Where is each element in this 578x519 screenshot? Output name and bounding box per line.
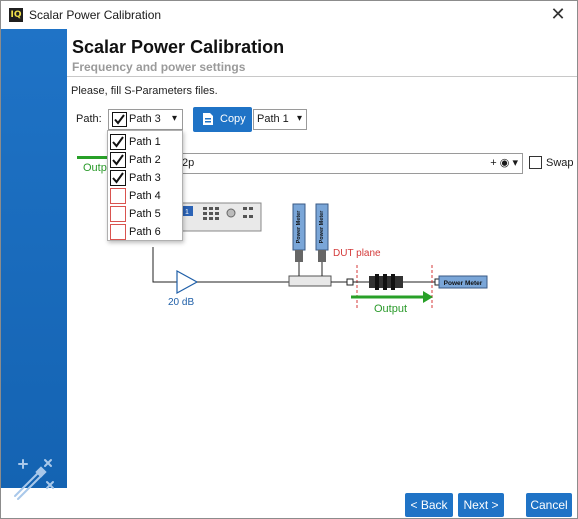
path-select-value: Path 3 bbox=[129, 113, 161, 125]
checkbox-checked-icon[interactable] bbox=[110, 152, 126, 168]
generator-display-text: 1 bbox=[185, 209, 189, 216]
page-subtitle: Frequency and power settings bbox=[72, 60, 246, 74]
signal-generator: 1 bbox=[176, 202, 262, 232]
swap-checkbox[interactable] bbox=[529, 156, 542, 169]
dropdown-item-label: Path 4 bbox=[129, 190, 161, 202]
app-icon: IQ bbox=[9, 8, 23, 22]
close-icon[interactable]: ✕ bbox=[547, 4, 569, 26]
svg-text:Power Meter: Power Meter bbox=[296, 210, 302, 244]
dropdown-item-path-1[interactable]: Path 1 bbox=[108, 133, 182, 151]
magic-wand-icon bbox=[14, 459, 54, 500]
next-button[interactable]: Next > bbox=[458, 493, 504, 517]
window-title: Scalar Power Calibration bbox=[29, 8, 162, 22]
chevron-down-icon: ▾ bbox=[171, 113, 177, 124]
path-select[interactable]: Path 3 ▾ bbox=[108, 109, 183, 130]
swap-label: Swap bbox=[546, 157, 574, 169]
chevron-down-icon: ▾ bbox=[296, 113, 302, 124]
back-button[interactable]: < Back bbox=[405, 493, 453, 517]
instruction-text: Please, fill S-Parameters files. bbox=[71, 85, 218, 97]
sparam-file-value: 2p bbox=[182, 157, 195, 169]
power-meter-vertical-1: Power Meter bbox=[292, 203, 306, 276]
power-meter-vertical-2: Power Meter bbox=[315, 203, 329, 276]
checkbox-unchecked-icon[interactable] bbox=[110, 206, 126, 222]
add-icon[interactable]: + bbox=[490, 157, 496, 169]
attenuator-pad bbox=[369, 274, 403, 290]
page-title: Scalar Power Calibration bbox=[72, 37, 285, 57]
dropdown-item-label: Path 6 bbox=[129, 226, 161, 238]
checkbox-checked-icon[interactable] bbox=[110, 170, 126, 186]
main-panel: Scalar Power Calibration Frequency and p… bbox=[67, 29, 577, 488]
dropdown-item-path-3[interactable]: Path 3 bbox=[108, 169, 182, 187]
copy-target-select[interactable]: Path 1 ▾ bbox=[253, 109, 307, 130]
dropdown-item-label: Path 5 bbox=[129, 208, 161, 220]
copy-button[interactable]: Copy bbox=[193, 107, 252, 132]
chevron-down-icon[interactable]: ▾ bbox=[512, 157, 518, 169]
sparam-file-field[interactable]: 2p + ◉ ▾ bbox=[173, 153, 523, 174]
checkbox-checked-icon bbox=[112, 112, 127, 127]
dialog-window: IQ Scalar Power Calibration ✕ Scalar Pow… bbox=[0, 0, 578, 519]
dut-plane-label: DUT plane bbox=[333, 248, 381, 259]
copy-target-value: Path 1 bbox=[257, 113, 289, 125]
attenuation-label: 20 dB bbox=[168, 297, 194, 308]
checkbox-unchecked-icon[interactable] bbox=[110, 188, 126, 204]
copy-button-label: Copy bbox=[220, 113, 246, 125]
coupler bbox=[288, 275, 332, 287]
dropdown-item-path-6[interactable]: Path 6 bbox=[108, 223, 182, 241]
side-banner bbox=[1, 29, 67, 500]
amplifier-symbol bbox=[176, 269, 199, 295]
cancel-button[interactable]: Cancel bbox=[526, 493, 572, 517]
path-label: Path: bbox=[76, 113, 102, 125]
svg-text:Power Meter: Power Meter bbox=[444, 280, 483, 287]
output-label-left: Outp bbox=[83, 162, 107, 174]
eye-icon[interactable]: ◉ bbox=[500, 157, 510, 169]
file-field-actions: + ◉ ▾ bbox=[490, 156, 518, 169]
copy-icon bbox=[203, 113, 213, 125]
dropdown-item-path-4[interactable]: Path 4 bbox=[108, 187, 182, 205]
path-dropdown-list: Path 1 Path 2 Path 3 Path 4 Path 5 Path … bbox=[107, 130, 183, 241]
checkbox-checked-icon[interactable] bbox=[110, 134, 126, 150]
svg-text:Power Meter: Power Meter bbox=[319, 210, 325, 244]
checkbox-unchecked-icon[interactable] bbox=[110, 224, 126, 240]
dropdown-item-path-2[interactable]: Path 2 bbox=[108, 151, 182, 169]
dropdown-item-label: Path 3 bbox=[129, 172, 161, 184]
dropdown-item-label: Path 2 bbox=[129, 154, 161, 166]
title-bar: IQ Scalar Power Calibration ✕ bbox=[1, 1, 577, 29]
header-divider bbox=[67, 76, 577, 77]
dropdown-item-label: Path 1 bbox=[129, 136, 161, 148]
power-meter-right: Power Meter bbox=[438, 275, 488, 289]
connector bbox=[346, 278, 354, 286]
dropdown-item-path-5[interactable]: Path 5 bbox=[108, 205, 182, 223]
output-label: Output bbox=[374, 303, 407, 315]
